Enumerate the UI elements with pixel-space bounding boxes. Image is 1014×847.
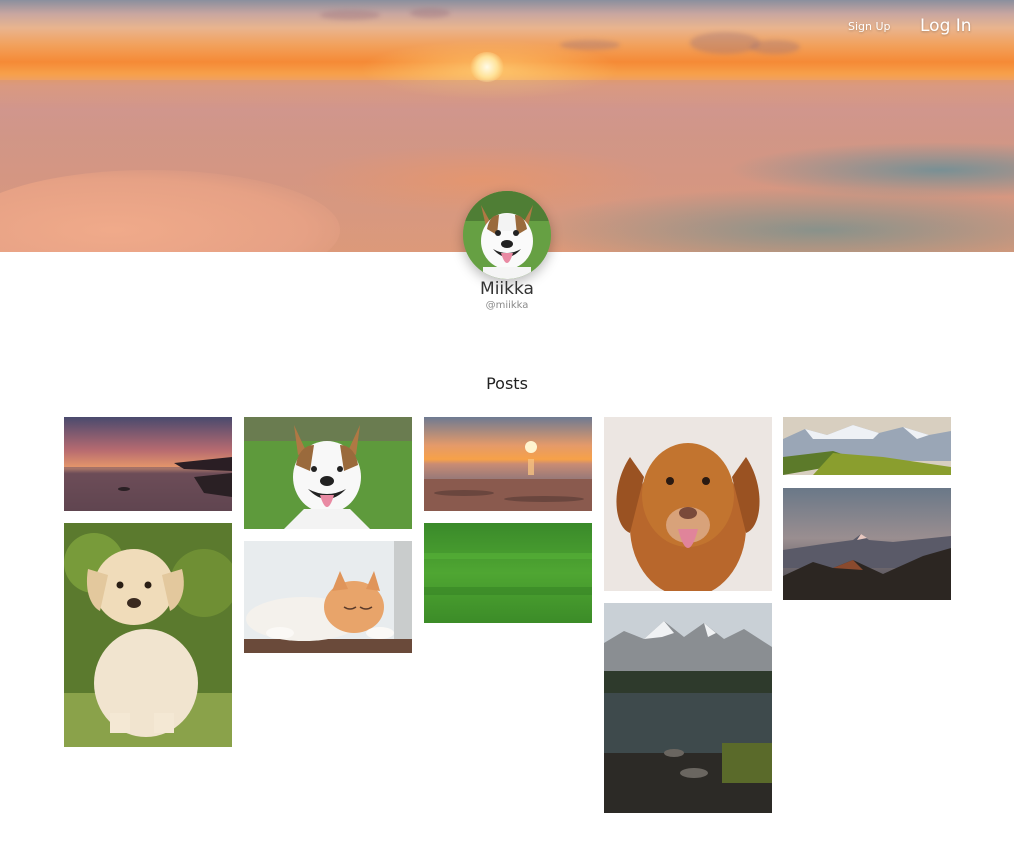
smiling-dog-image — [244, 417, 412, 529]
post-smiling-dog[interactable] — [244, 417, 412, 529]
profile-name: Miikka — [480, 279, 534, 299]
post-brown-dog[interactable] — [604, 417, 772, 591]
avatar[interactable] — [463, 191, 551, 279]
green-grass-image — [424, 523, 592, 623]
post-sleeping-cat[interactable] — [244, 541, 412, 653]
snowy-mountains-image — [783, 417, 951, 475]
profile-handle: @miikka — [485, 300, 529, 311]
posts-heading: Posts — [486, 374, 528, 393]
dog-avatar-icon — [463, 191, 551, 279]
mountain-dusk-image — [783, 488, 951, 600]
login-link[interactable]: Log In — [920, 16, 972, 36]
post-mountain-lake[interactable] — [604, 603, 772, 813]
signup-link[interactable]: Sign Up — [848, 20, 891, 33]
sun — [470, 52, 504, 82]
post-green-grass[interactable] — [424, 523, 592, 623]
sleeping-cat-image — [244, 541, 412, 653]
sunset-lake-image — [64, 417, 232, 511]
post-beach-sunset[interactable] — [424, 417, 592, 511]
post-sunset-lake[interactable] — [64, 417, 232, 511]
labrador-puppy-image — [64, 523, 232, 747]
mountain-lake-image — [604, 603, 772, 813]
post-labrador-puppy[interactable] — [64, 523, 232, 747]
brown-dog-image — [604, 417, 772, 591]
beach-sunset-image — [424, 417, 592, 511]
post-snowy-mountains[interactable] — [783, 417, 951, 475]
post-mountain-dusk[interactable] — [783, 488, 951, 600]
